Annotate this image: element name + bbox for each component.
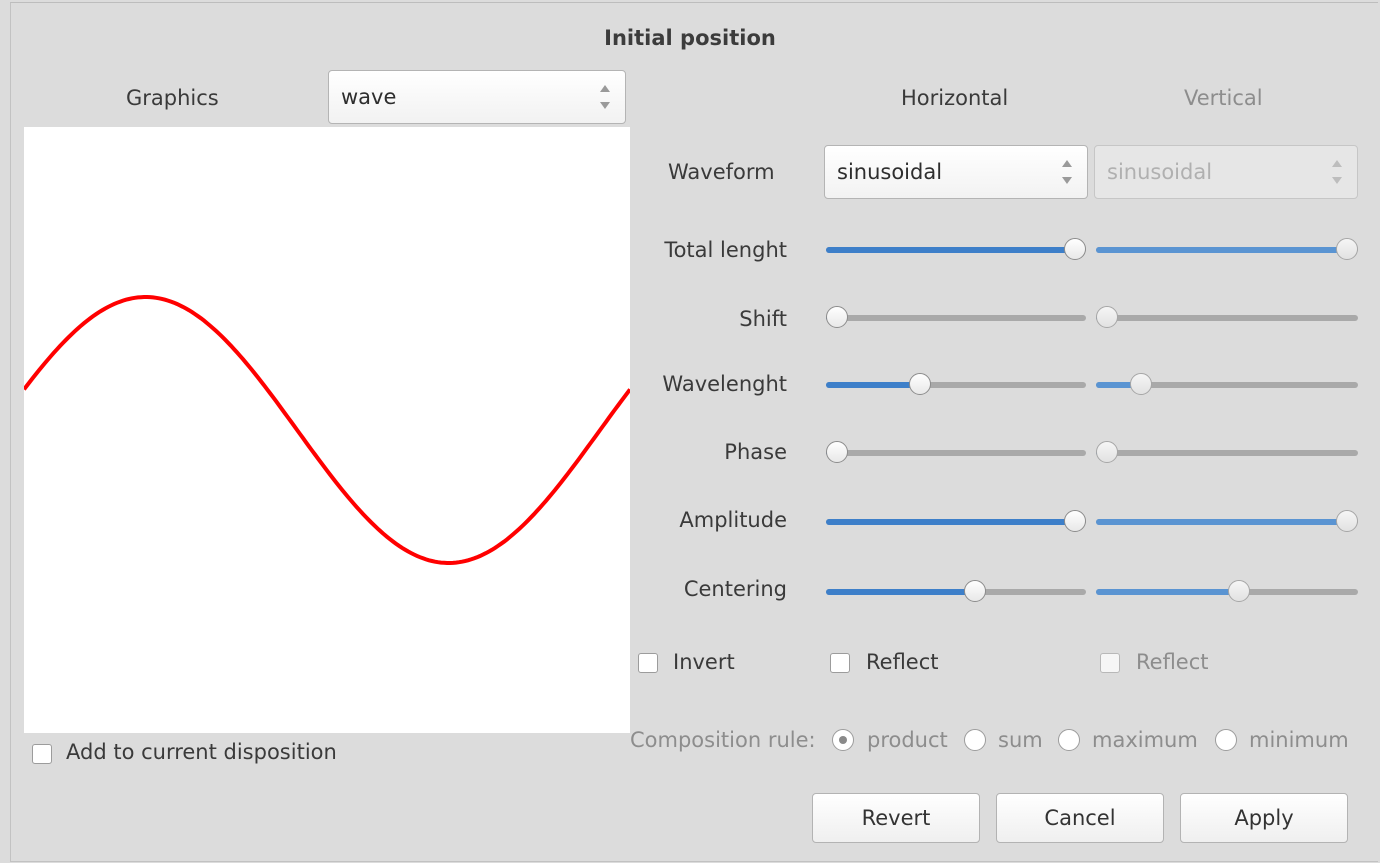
wave-curve <box>22 295 632 565</box>
amplitude-label: Amplitude <box>679 508 787 532</box>
add-to-disposition-checkbox[interactable] <box>32 744 52 764</box>
amplitude-horizontal-slider[interactable] <box>826 510 1086 532</box>
reflect-vertical-checkbox[interactable] <box>1100 653 1120 673</box>
composition-sum-radio[interactable] <box>964 729 986 751</box>
add-to-disposition-label: Add to current disposition <box>66 740 337 764</box>
slider-knob[interactable] <box>1129 373 1152 395</box>
slider-knob[interactable] <box>1096 441 1118 463</box>
composition-minimum-radio[interactable] <box>1215 729 1237 751</box>
updown-arrows-icon <box>599 82 611 112</box>
shift-vertical-slider[interactable] <box>1096 306 1358 328</box>
reflect-horizontal-label: Reflect <box>866 650 939 674</box>
cancel-button[interactable]: Cancel <box>996 793 1164 843</box>
graphics-select-value: wave <box>341 85 397 109</box>
composition-maximum-radio[interactable] <box>1058 729 1080 751</box>
updown-arrows-icon <box>1331 157 1343 187</box>
slider-knob[interactable] <box>1096 306 1118 328</box>
composition-minimum-label: minimum <box>1249 728 1349 752</box>
slider-knob[interactable] <box>964 580 987 602</box>
composition-product-label: product <box>867 728 948 752</box>
composition-rule-label: Composition rule: <box>630 728 816 752</box>
wavelength-horizontal-slider[interactable] <box>826 373 1086 395</box>
apply-button[interactable]: Apply <box>1180 793 1348 843</box>
slider-knob[interactable] <box>1336 238 1358 260</box>
graphics-select[interactable]: wave <box>328 70 626 124</box>
slider-knob[interactable] <box>1336 510 1358 532</box>
phase-vertical-slider[interactable] <box>1096 441 1358 463</box>
slider-knob[interactable] <box>1064 510 1086 532</box>
vertical-header: Vertical <box>1184 86 1263 110</box>
slider-knob[interactable] <box>1064 238 1086 260</box>
waveform-horizontal-select[interactable]: sinusoidal <box>824 145 1088 199</box>
wave-preview <box>22 127 632 733</box>
slider-knob[interactable] <box>826 441 848 463</box>
waveform-vertical-value: sinusoidal <box>1107 160 1213 184</box>
centering-vertical-slider[interactable] <box>1096 580 1358 602</box>
composition-product-radio[interactable] <box>832 729 854 751</box>
composition-sum-label: sum <box>998 728 1043 752</box>
total-length-vertical-slider[interactable] <box>1096 238 1358 260</box>
centering-horizontal-slider[interactable] <box>826 580 1086 602</box>
dialog-title: Initial position <box>604 26 776 50</box>
invert-checkbox[interactable] <box>638 653 658 673</box>
slider-knob[interactable] <box>909 373 932 395</box>
waveform-horizontal-value: sinusoidal <box>837 160 943 184</box>
slider-knob[interactable] <box>1228 580 1250 602</box>
amplitude-vertical-slider[interactable] <box>1096 510 1358 532</box>
waveform-vertical-select[interactable]: sinusoidal <box>1094 145 1358 199</box>
reflect-horizontal-checkbox[interactable] <box>830 653 850 673</box>
updown-arrows-icon <box>1061 157 1073 187</box>
graphics-label: Graphics <box>126 86 219 110</box>
phase-label: Phase <box>724 440 787 464</box>
revert-button[interactable]: Revert <box>812 793 980 843</box>
shift-horizontal-slider[interactable] <box>826 306 1086 328</box>
invert-label: Invert <box>673 650 735 674</box>
phase-horizontal-slider[interactable] <box>826 441 1086 463</box>
wavelength-vertical-slider[interactable] <box>1096 373 1358 395</box>
wave-preview-svg <box>22 295 632 565</box>
composition-maximum-label: maximum <box>1092 728 1198 752</box>
horizontal-header: Horizontal <box>901 86 1009 110</box>
reflect-vertical-label: Reflect <box>1136 650 1209 674</box>
total-length-label: Total lenght <box>664 238 787 262</box>
slider-knob[interactable] <box>826 306 848 328</box>
shift-label: Shift <box>739 307 787 331</box>
waveform-label: Waveform <box>668 160 775 184</box>
centering-label: Centering <box>683 577 787 601</box>
total-length-horizontal-slider[interactable] <box>826 238 1086 260</box>
wavelength-label: Wavelenght <box>662 372 787 396</box>
